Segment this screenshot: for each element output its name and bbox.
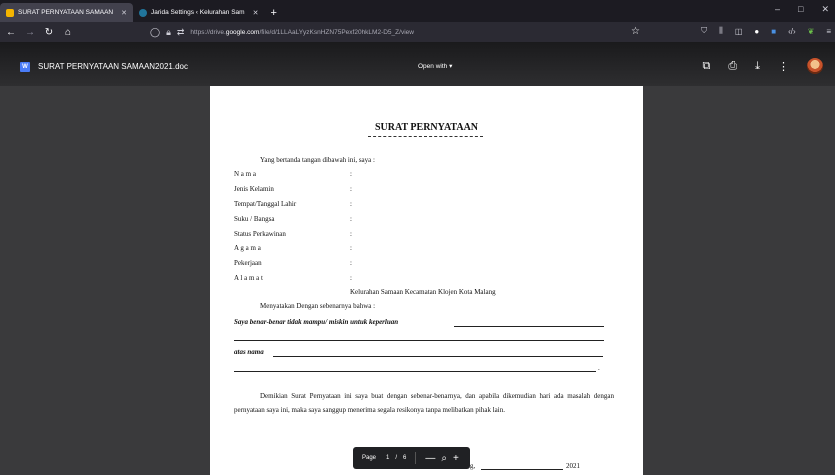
field-colon: : [350,274,352,282]
print-icon[interactable]: ⎙ [728,60,737,73]
current-page-input[interactable]: 1 [386,455,389,461]
url-bar[interactable]: ◯ 🔒︎ ⇄ https://drive.google.com/file/d/1… [150,24,640,40]
field-label-alamat: A l a m a t [234,274,263,282]
divider [415,452,417,464]
document-heading: SURAT PERNYATAAN [374,122,479,133]
shield-icon[interactable]: ◯ [150,27,160,38]
fill-line [481,469,563,470]
home-icon[interactable]: ⌂ [60,27,76,38]
menu-icon[interactable]: ≡ [826,27,831,36]
page-separator: / [395,455,398,461]
back-icon[interactable]: ← [3,27,19,38]
statement-text: Saya benar-benar tidak mampu/ miskin unt… [234,318,399,326]
permissions-icon[interactable]: ⇄ [177,27,185,38]
bookmark-star-icon[interactable]: ☆ [631,26,640,37]
add-to-drive-icon[interactable]: ⧉ [702,60,710,73]
field-colon: : [350,185,352,193]
page-controls: Page 1 / 6 — ⌕ + [353,447,470,469]
field-colon: : [350,170,352,178]
fill-line [234,340,604,341]
download-icon[interactable]: ⤓ [755,60,760,73]
field-label-jenis-kelamin: Jenis Kelamin [234,185,274,193]
intro-text: Yang bertanda tangan dibawah ini, saya : [260,156,375,164]
tab-jarida-settings[interactable]: Jarida Settings ‹ Kelurahan Sam ✕ [133,3,264,22]
forward-icon[interactable]: → [22,27,38,38]
tab-title: Jarida Settings ‹ Kelurahan Sam [151,9,245,16]
field-label-nama: N a m a [234,170,256,178]
close-tab-icon[interactable]: ✕ [253,9,259,17]
zoom-icon[interactable]: ⌕ [441,453,447,464]
pocket-icon[interactable]: ⛉ [701,26,707,36]
avatar[interactable] [807,58,823,74]
field-colon: : [350,230,352,238]
fill-line [273,356,603,357]
sidebar-icon[interactable]: ◫ [735,27,743,36]
reload-icon[interactable]: ↻ [41,27,57,38]
extension-blue-icon[interactable]: ■ [771,27,776,36]
field-label-tempat-tanggal-lahir: Tempat/Tanggal Lahir [234,200,297,208]
zoom-out-icon[interactable]: — [425,453,435,464]
field-label-pekerjaan: Pekerjaan [234,259,262,267]
closing-paragraph: Demikian Surat Pernyataan ini saya buat … [234,392,614,414]
extension-circle-icon[interactable]: ● [754,27,759,36]
atas-nama-label: atas nama [234,348,264,356]
period-mark: . [598,364,600,372]
field-colon: : [350,200,352,208]
heading-underline [368,136,483,137]
lock-icon[interactable]: 🔒︎ [166,27,171,38]
total-pages: 6 [403,455,407,461]
fill-line [234,371,596,372]
field-label-suku-bangsa: Suku / Bangsa [234,215,275,223]
document-title: SURAT PERNYATAAN SAMAAN2021.doc [38,62,188,71]
maximize-icon[interactable]: □ [798,4,803,15]
toolbar-extensions: ⛉ ⫼ ◫ ● ■ ‹/› ❦ ≡ [701,26,831,36]
tab-strip: SURAT PERNYATAAN SAMAAN ✕ Jarida Setting… [0,0,835,22]
more-options-icon[interactable]: ⋮ [778,60,789,73]
field-colon: : [350,215,352,223]
drive-favicon-icon [6,8,14,17]
zoom-in-icon[interactable]: + [453,453,459,464]
wordpress-favicon-icon [139,8,147,17]
declaration-text: Menyatakan Dengan sebenarnya bahwa : [260,302,376,310]
tab-surat-pernyataan[interactable]: SURAT PERNYATAAN SAMAAN ✕ [0,3,133,22]
field-colon: : [350,244,352,252]
library-icon[interactable]: ⫼ [719,26,723,36]
new-tab-icon[interactable]: + [270,7,276,22]
field-colon: : [350,259,352,267]
address-text: Kelurahan Samaan Kecamatan Klojen Kota M… [350,288,496,296]
close-tab-icon[interactable]: ✕ [121,9,127,17]
tab-title: SURAT PERNYATAAN SAMAAN [18,9,114,16]
close-window-icon[interactable]: ✕ [821,4,829,15]
fill-line [454,326,604,327]
extension-leaf-icon[interactable]: ❦ [808,27,815,36]
navigation-bar: ← → ↻ ⌂ ◯ 🔒︎ ⇄ https://drive.google.com/… [0,22,835,42]
field-label-status-perkawinan: Status Perkawinan [234,230,286,238]
window-controls: – □ ✕ [775,4,829,15]
viewer-tools: ⧉ ⎙ ⤓ ⋮ [702,58,823,74]
page-label: Page [362,455,377,461]
word-doc-icon: W [20,62,30,72]
devtools-icon[interactable]: ‹/› [788,27,796,36]
drive-viewer-bar: W SURAT PERNYATAAN SAMAAN2021.doc Open w… [0,42,835,86]
open-with-button[interactable]: Open with ▾ [418,62,452,70]
url-text[interactable]: https://drive.google.com/file/d/1LLAaLYy… [190,29,414,36]
document-page: SURAT PERNYATAAN Yang bertanda tangan di… [210,86,643,475]
year-text: 2021 [566,462,580,470]
minimize-icon[interactable]: – [775,4,780,15]
field-label-agama: A g a m a [234,244,261,252]
